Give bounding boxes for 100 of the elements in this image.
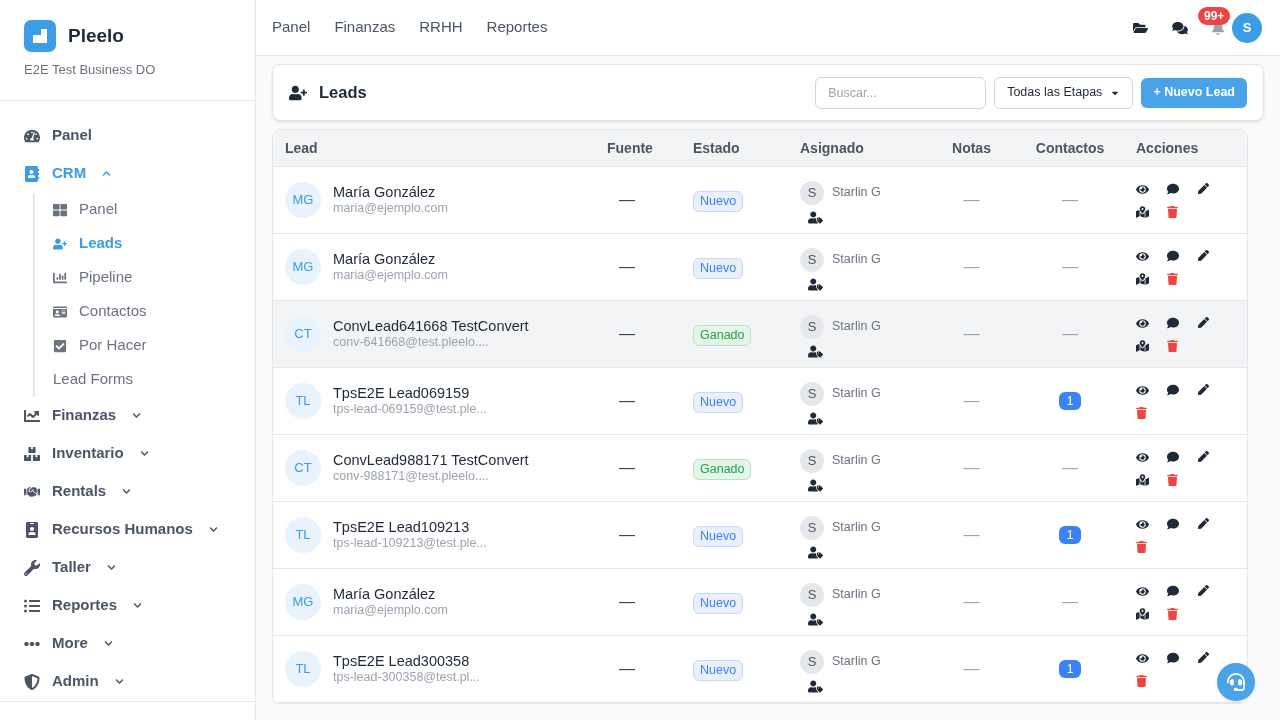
assign-user-icon[interactable]	[808, 679, 823, 693]
assignee-name: Starlin G	[832, 519, 881, 537]
view-icon[interactable]	[1136, 182, 1149, 196]
comment-icon[interactable]	[1167, 316, 1179, 329]
assign-user-icon[interactable]	[808, 277, 823, 291]
search-field[interactable]: Buscar...	[815, 76, 987, 109]
assign-user-icon[interactable]	[808, 545, 823, 559]
top-nav-link[interactable]: Finanzas	[334, 16, 396, 39]
delete-icon[interactable]	[1167, 339, 1178, 352]
table-cell-text: —	[963, 324, 980, 344]
edit-icon[interactable]	[1198, 383, 1209, 395]
view-icon[interactable]	[1136, 584, 1149, 598]
chat-icon[interactable]	[1172, 20, 1188, 35]
view-icon[interactable]	[1136, 651, 1149, 665]
delete-icon[interactable]	[1136, 406, 1147, 419]
delete-icon[interactable]	[1136, 540, 1147, 553]
user-plus-icon	[53, 236, 67, 251]
boxes-icon	[24, 445, 40, 462]
delete-icon[interactable]	[1136, 674, 1147, 687]
map-icon[interactable]	[1136, 205, 1149, 218]
sidebar-item[interactable]: Admin	[24, 662, 231, 701]
status-badge: Nuevo	[693, 392, 744, 413]
edit-icon[interactable]	[1198, 249, 1209, 261]
edit-icon[interactable]	[1198, 584, 1209, 596]
sidebar-subitem[interactable]: Pipeline	[53, 260, 231, 295]
edit-icon[interactable]	[1198, 651, 1209, 663]
table-cell-text: —	[1062, 190, 1078, 210]
sidebar-item[interactable]: Recursos Humanos	[24, 510, 231, 549]
comment-icon[interactable]	[1167, 651, 1179, 664]
top-nav-link[interactable]: RRHH	[419, 16, 463, 39]
status-badge: Nuevo	[693, 593, 744, 614]
sidebar-item[interactable]: Finanzas	[24, 396, 231, 435]
view-icon[interactable]	[1136, 316, 1149, 330]
view-icon[interactable]	[1136, 517, 1149, 531]
sidebar-subitem[interactable]: Panel	[53, 192, 231, 227]
wrench-icon	[24, 559, 40, 576]
assign-user-icon[interactable]	[808, 210, 823, 224]
comment-icon[interactable]	[1167, 450, 1179, 463]
view-icon[interactable]	[1136, 450, 1149, 464]
comment-icon[interactable]	[1167, 517, 1179, 530]
delete-icon[interactable]	[1167, 272, 1178, 285]
assign-user-icon[interactable]	[808, 478, 823, 492]
table-cell-text: —	[1062, 257, 1078, 277]
sidebar-item[interactable]: Inventario	[24, 434, 231, 473]
delete-icon[interactable]	[1167, 473, 1178, 486]
assignee-avatar: S	[800, 314, 824, 339]
sidebar-subitem[interactable]: Contactos	[53, 294, 231, 329]
delete-icon[interactable]	[1167, 607, 1178, 620]
table-cell: —	[619, 325, 635, 342]
sidebar-item[interactable]: Rentals	[24, 472, 231, 511]
top-nav-link[interactable]: Panel	[272, 16, 311, 39]
page-title: Leads	[319, 82, 367, 104]
status-badge: Ganado	[693, 459, 752, 480]
lead-email: conv-641668@test.pleelo....	[333, 335, 490, 351]
edit-icon[interactable]	[1198, 316, 1209, 328]
chevron-down-icon	[106, 563, 116, 572]
table-cell-text: —	[963, 592, 980, 612]
lead-name: María González	[333, 183, 437, 202]
comment-icon[interactable]	[1167, 383, 1179, 396]
assign-user-icon[interactable]	[808, 612, 823, 626]
comment-icon[interactable]	[1167, 584, 1179, 597]
map-icon[interactable]	[1136, 272, 1149, 285]
bar-chart-icon	[53, 270, 67, 285]
table-cell-text: —	[963, 190, 980, 210]
top-nav-link[interactable]: Reportes	[486, 16, 548, 39]
map-icon[interactable]	[1136, 473, 1149, 486]
comment-icon[interactable]	[1167, 182, 1179, 195]
assign-user-icon[interactable]	[808, 411, 823, 425]
sidebar-item[interactable]: Panel	[24, 116, 231, 155]
user-plus-icon	[289, 84, 307, 101]
lead-name: TpsE2E Lead300358	[333, 652, 471, 671]
sidebar-item[interactable]: Reportes	[24, 586, 231, 625]
stage-dropdown[interactable]: Todas las Etapas	[994, 76, 1134, 109]
status-badge: Nuevo	[693, 191, 744, 212]
avatar: MG	[285, 584, 321, 620]
view-icon[interactable]	[1136, 249, 1149, 263]
map-icon[interactable]	[1136, 607, 1149, 620]
business-name: E2E Test Business DO	[24, 61, 157, 79]
edit-icon[interactable]	[1198, 517, 1209, 529]
sidebar-item[interactable]: Taller	[24, 548, 231, 587]
comment-icon[interactable]	[1167, 249, 1179, 262]
assignee-avatar: S	[800, 649, 824, 674]
delete-icon[interactable]	[1167, 205, 1178, 218]
sidebar-item[interactable]: More	[24, 624, 231, 663]
folder-icon[interactable]	[1133, 20, 1148, 35]
table-cell: —	[619, 526, 635, 543]
assignee-name: Starlin G	[832, 251, 881, 269]
assign-user-icon[interactable]	[808, 344, 823, 358]
sidebar-subitem[interactable]: Por Hacer	[53, 328, 231, 363]
lead-email: tps-lead-109213@test.ple...	[333, 536, 487, 552]
column-header: Asignado	[800, 140, 864, 156]
sidebar-subitem[interactable]: Lead Forms	[53, 362, 231, 397]
map-icon[interactable]	[1136, 339, 1149, 352]
assignee-avatar: S	[800, 582, 824, 607]
edit-icon[interactable]	[1198, 450, 1209, 462]
view-icon[interactable]	[1136, 383, 1149, 397]
edit-icon[interactable]	[1198, 182, 1209, 194]
notification-badge: 99+	[1198, 6, 1231, 25]
table-cell-text: —	[963, 391, 980, 411]
column-header: Fuente	[607, 140, 653, 156]
